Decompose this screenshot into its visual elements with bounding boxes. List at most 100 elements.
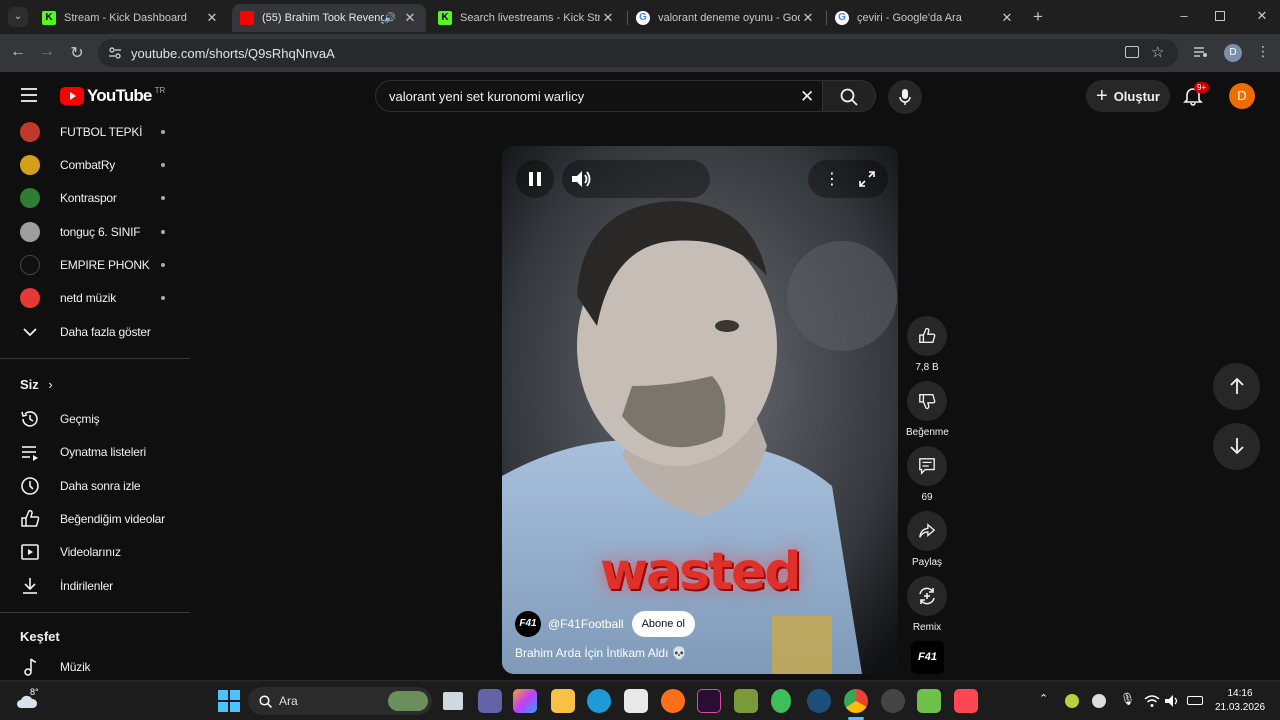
tab-google-valorant[interactable]: G valorant deneme oyunu - Goog ✕ (628, 4, 824, 32)
subscribe-button[interactable]: Abone ol (631, 611, 695, 637)
search-input[interactable]: valorant yeni set kuronomi warlicy ✕ (375, 80, 823, 112)
close-tab-icon[interactable]: ✕ (402, 10, 418, 26)
speaker-icon[interactable]: 🔊 (384, 13, 396, 24)
tab-kick-search[interactable]: K Search livestreams - Kick Stream ✕ (430, 4, 624, 32)
task-view-icon[interactable] (443, 692, 463, 710)
show-more-button[interactable]: Daha fazla göster (0, 315, 190, 348)
tab-google-ceviri[interactable]: G çeviri - Google'da Ara ✕ (827, 4, 1023, 32)
new-tab-button[interactable]: + (1028, 7, 1048, 27)
tray-app-icon[interactable] (1065, 694, 1079, 708)
sidebar-item-subscription[interactable]: netd müzik (0, 281, 190, 314)
sidebar-item-subscription[interactable]: EMPIRE PHONK (0, 248, 190, 281)
file-explorer-icon[interactable] (551, 689, 575, 713)
steam-icon[interactable] (807, 689, 831, 713)
sidebar-item-subscription[interactable]: Kontraspor (0, 181, 190, 214)
like-action[interactable]: 7,8 B (906, 316, 948, 373)
sidebar-item-downloads[interactable]: İndirilenler (0, 569, 190, 602)
account-avatar[interactable]: D (1229, 83, 1255, 109)
previous-short-button[interactable] (1213, 363, 1260, 410)
volume-control[interactable] (562, 160, 710, 198)
dislike-action[interactable]: Beğenme (906, 381, 949, 438)
youtube-logo[interactable]: YouTube TR (60, 86, 165, 106)
wifi-icon[interactable] (1144, 694, 1160, 708)
app-icon[interactable] (881, 689, 905, 713)
sidebar-item-your-videos[interactable]: Videolarınız (0, 535, 190, 568)
next-short-button[interactable] (1213, 423, 1260, 470)
close-tab-icon[interactable]: ✕ (204, 10, 220, 26)
green-app-icon[interactable] (917, 689, 941, 713)
volume-tray-icon[interactable] (1165, 694, 1181, 708)
remix-action[interactable]: Remix (906, 576, 948, 633)
adobe-app-icon[interactable] (697, 689, 721, 713)
tray-app-icon[interactable] (1092, 694, 1106, 708)
sidebar-item-music[interactable]: Müzik (0, 650, 190, 683)
copilot-icon[interactable] (513, 689, 537, 713)
sidebar-item-playlists[interactable]: Oynatma listeleri (0, 435, 190, 468)
address-bar[interactable]: youtube.com/shorts/Q9sRhqNnvaA ☆ (98, 39, 1178, 67)
bookmark-star-icon[interactable]: ☆ (1151, 43, 1164, 61)
hamburger-menu-icon[interactable] (20, 88, 38, 102)
restore-window-icon[interactable] (1215, 11, 1225, 21)
hidden-icons-chevron[interactable]: ⌃ (1039, 692, 1048, 705)
more-options-icon[interactable]: ⋮ (808, 160, 888, 198)
battery-icon[interactable] (1187, 696, 1203, 705)
pause-button[interactable] (516, 160, 554, 198)
start-button[interactable] (218, 690, 240, 712)
tab-search-button[interactable]: ⌄ (8, 7, 28, 27)
weather-widget[interactable]: 8° (16, 687, 46, 713)
share-button[interactable] (907, 511, 947, 551)
microphone-tray-icon[interactable]: 🎙 (1120, 692, 1135, 706)
comments-action[interactable]: 69 (906, 446, 948, 503)
taskbar-search[interactable]: Ara (248, 687, 432, 715)
minimize-window-icon[interactable]: – (1176, 8, 1192, 24)
sidebar-item-subscription[interactable]: tonguç 6. SINIF (0, 215, 190, 248)
sidebar-item-history[interactable]: Geçmiş (0, 402, 190, 435)
like-button[interactable] (907, 316, 947, 356)
notifications-button[interactable]: 9+ (1183, 82, 1210, 108)
sidebar-item-watch-later[interactable]: Daha sonra izle (0, 469, 190, 502)
sidebar-item-liked-videos[interactable]: Beğendiğim videolar (0, 502, 190, 535)
share-action[interactable]: Paylaş (906, 511, 948, 568)
thumbs-up-icon (21, 509, 40, 527)
remix-button[interactable] (907, 576, 947, 616)
short-title[interactable]: Brahim Arda İçin İntikam Aldı 💀 (515, 646, 687, 660)
short-video-player[interactable]: ⋮ wasted F41 @F41Football Abone ol Brahi… (502, 146, 898, 674)
sidebar-item-subscription[interactable]: CombatRy (0, 148, 190, 181)
browser-menu-icon[interactable]: ⋮ (1256, 43, 1270, 60)
dislike-button[interactable] (907, 381, 947, 421)
minecraft-icon[interactable] (734, 689, 758, 713)
tab-kick-dashboard[interactable]: K Stream - Kick Dashboard ✕ (34, 4, 228, 32)
close-window-icon[interactable]: ✕ (1254, 8, 1270, 24)
shelf-channel-logo[interactable]: F41 (911, 641, 944, 674)
tab-youtube-short[interactable]: (55) Brahim Took Revenge ! 🔊 ✕ (232, 4, 426, 32)
taskbar-clock[interactable]: 14:16 21.03.2026 (1210, 687, 1270, 715)
search-button[interactable] (822, 80, 876, 112)
close-tab-icon[interactable]: ✕ (600, 10, 616, 26)
voice-search-button[interactable] (888, 80, 922, 114)
comments-button[interactable] (907, 446, 947, 486)
tab-media-icon[interactable] (1194, 46, 1208, 58)
channel-handle[interactable]: @F41Football (548, 617, 624, 631)
reload-icon[interactable]: ↻ (67, 43, 87, 63)
fullscreen-icon[interactable] (859, 171, 875, 187)
install-app-icon[interactable] (1125, 46, 1139, 58)
chrome-icon[interactable] (844, 689, 868, 713)
close-tab-icon[interactable]: ✕ (800, 10, 816, 26)
teams-icon[interactable] (478, 689, 502, 713)
edge-icon[interactable] (587, 689, 611, 713)
valorant-icon[interactable] (954, 689, 978, 713)
channel-avatar (20, 287, 40, 308)
create-button[interactable]: + Oluştur (1086, 80, 1170, 112)
store-icon[interactable] (624, 689, 648, 713)
forward-icon[interactable]: → (37, 43, 57, 61)
you-section-header[interactable]: Siz › (20, 377, 53, 392)
close-tab-icon[interactable]: ✕ (999, 10, 1015, 26)
firefox-icon[interactable] (661, 689, 685, 713)
channel-logo[interactable]: F41 (515, 611, 541, 637)
clear-search-icon[interactable]: ✕ (800, 87, 814, 107)
profile-avatar[interactable]: D (1224, 44, 1242, 62)
game-launcher-icon[interactable] (771, 689, 791, 713)
sidebar-item-subscription[interactable]: FUTBOL TEPKİ (0, 115, 190, 148)
site-info-icon[interactable] (108, 46, 122, 60)
back-icon[interactable]: ← (8, 43, 28, 61)
